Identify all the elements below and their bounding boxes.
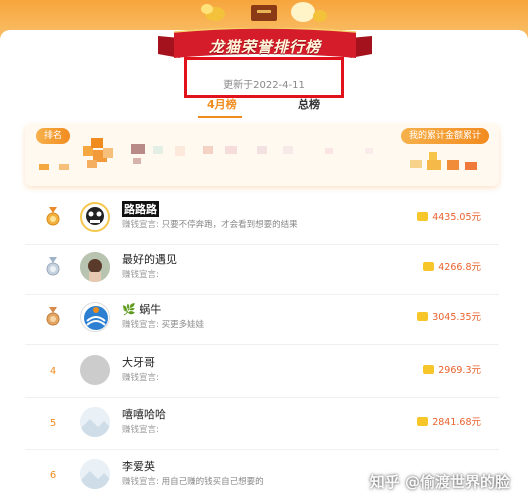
tab-total[interactable]: 总榜	[298, 96, 320, 112]
avatar	[80, 302, 110, 332]
pixel-block	[91, 138, 103, 148]
amount: 2969.3元	[423, 362, 481, 376]
table-row[interactable]: 路路路 赚钱宣言: 只要不停奔跑，才会看到想要的结果 4435.05元	[25, 195, 499, 245]
amount: 4266.8元	[423, 259, 481, 273]
user-name: 路路路	[122, 201, 159, 217]
avatar	[80, 355, 110, 385]
pixel-block	[203, 146, 213, 154]
gold-medal-icon	[46, 207, 60, 226]
update-date: 更新于2022-4-11	[223, 80, 305, 91]
pixel-block	[103, 148, 113, 158]
table-row[interactable]: 🌿 蜗牛 赚钱宣言: 买更多娃娃 3045.35元	[25, 295, 499, 345]
coins-decoration-icon	[201, 2, 327, 22]
user-motto: 赚钱宣言: 只要不停奔跑，才会看到想要的结果	[122, 218, 298, 230]
rank-label: 排名	[36, 128, 71, 144]
amount-value: 2841.68元	[432, 417, 481, 428]
active-tab-indicator	[198, 116, 242, 118]
motto-text: 用自己赚的钱买自己想要的	[161, 477, 264, 487]
pixel-block	[131, 144, 145, 154]
pixel-block	[133, 158, 141, 164]
gold-coin-icon	[417, 311, 429, 321]
rank-number: 5	[49, 418, 57, 429]
user-motto: 赚钱宣言:	[122, 423, 159, 435]
table-row[interactable]: 5 嘻嘻哈哈 赚钱宣言: 2841.68元	[25, 400, 499, 450]
bronze-medal-icon	[46, 307, 60, 326]
pixel-block	[365, 148, 373, 154]
motto-text: 买更多娃娃	[161, 320, 205, 330]
gold-coin-icon	[423, 261, 435, 271]
watermark: 知乎 @偷渡世界的脸	[369, 473, 510, 491]
pixel-block	[225, 146, 237, 154]
pixel-block	[257, 146, 267, 154]
pixel-block	[59, 164, 69, 170]
pixel-block	[283, 146, 293, 154]
avatar	[80, 459, 110, 489]
table-row[interactable]: 4 大牙哥 赚钱宣言: 2969.3元	[25, 348, 499, 398]
motto-label: 赚钱宣言:	[122, 220, 159, 230]
user-motto: 赚钱宣言: 买更多娃娃	[122, 318, 204, 330]
rank-number: 4	[49, 366, 57, 377]
amount: 4435.05元	[417, 209, 481, 223]
motto-label: 赚钱宣言:	[122, 477, 159, 487]
motto-text: 只要不停奔跑，才会看到想要的结果	[161, 220, 298, 230]
table-row[interactable]: 最好的遇见 赚钱宣言: 4266.8元	[25, 245, 499, 295]
motto-label: 赚钱宣言:	[122, 373, 159, 383]
amount-value: 4266.8元	[438, 262, 481, 273]
pixel-block	[153, 146, 163, 154]
pixel-block	[39, 164, 49, 170]
rank-number: 6	[49, 470, 57, 481]
tab-bar: 4月榜 总榜	[0, 96, 528, 122]
gold-coin-icon	[417, 211, 429, 221]
user-name: 🌿 蜗牛	[122, 303, 162, 316]
tab-month[interactable]: 4月榜	[207, 96, 237, 112]
page-title: 龙猫荣誉排行榜	[208, 38, 321, 56]
user-name: 李爱英	[122, 460, 155, 473]
pixel-block	[427, 160, 441, 170]
user-name: 最好的遇见	[122, 253, 177, 266]
pixel-block	[447, 160, 459, 170]
motto-label: 赚钱宣言:	[122, 320, 159, 330]
amount: 3045.35元	[417, 309, 481, 323]
pixel-block	[410, 160, 422, 168]
avatar	[80, 202, 110, 232]
user-motto: 赚钱宣言:	[122, 268, 159, 280]
silver-medal-icon	[46, 257, 60, 276]
pixel-block	[325, 148, 333, 154]
amount-value: 2969.3元	[438, 365, 481, 376]
avatar	[80, 407, 110, 437]
user-motto: 赚钱宣言:	[122, 371, 159, 383]
gold-coin-icon	[417, 416, 429, 426]
gold-coin-icon	[423, 364, 435, 374]
user-name: 大牙哥	[122, 356, 155, 369]
motto-label: 赚钱宣言:	[122, 270, 159, 280]
rank-header-strip: 排名 我的累计金额累计	[25, 124, 499, 186]
pixel-block	[175, 146, 185, 156]
motto-label: 赚钱宣言:	[122, 425, 159, 435]
avatar	[80, 252, 110, 282]
amount-value: 4435.05元	[432, 212, 481, 223]
pixel-block	[87, 160, 97, 168]
user-motto: 赚钱宣言: 用自己赚的钱买自己想要的	[122, 475, 264, 487]
amount: 2841.68元	[417, 414, 481, 428]
total-label: 我的累计金额累计	[400, 128, 489, 144]
amount-value: 3045.35元	[432, 312, 481, 323]
pixel-block	[465, 162, 477, 170]
user-name: 嘻嘻哈哈	[122, 408, 166, 421]
